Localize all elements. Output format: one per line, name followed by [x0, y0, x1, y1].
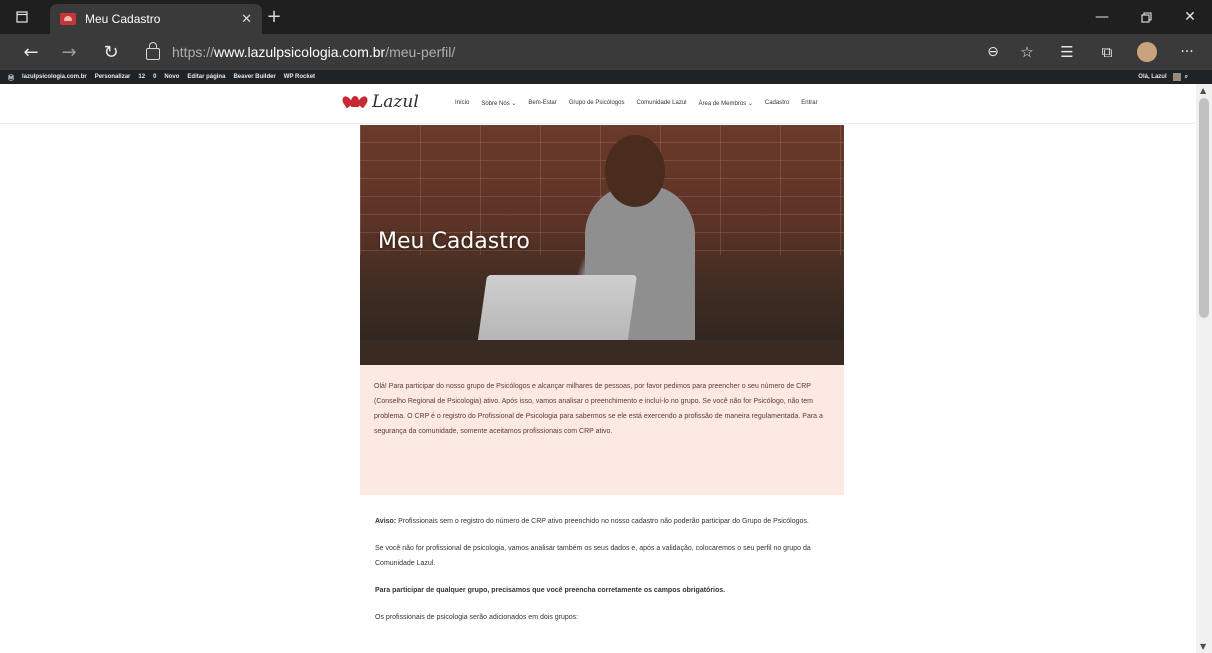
notice-label: Aviso: — [375, 518, 397, 525]
notice-text: Profissionais sem o registro do número d… — [398, 518, 809, 525]
wp-admin-bar: Ⓦ lazulpsicologia.com.br Personalizar 12… — [0, 70, 1212, 84]
required-paragraph: Para participar de qualquer grupo, preci… — [375, 587, 726, 594]
wp-avatar[interactable] — [1172, 73, 1181, 81]
wp-search-icon[interactable]: ⌕ — [1185, 74, 1188, 81]
back-icon[interactable]: ← — [16, 34, 46, 70]
notice-paragraph: Aviso: Profissionais sem o registro do n… — [375, 514, 830, 529]
wp-greeting[interactable]: Olá, Lazul — [1138, 74, 1166, 80]
site-logo[interactable]: Lazul — [340, 92, 419, 112]
scroll-down-icon[interactable]: ▼ — [1200, 642, 1206, 651]
page-scrollbar[interactable]: ▲ ▼ — [1196, 84, 1212, 653]
tab-title: Meu Cadastro — [85, 12, 161, 26]
intro-box: Olá! Para participar do nosso grupo de P… — [360, 365, 844, 495]
site-favicon-icon — [60, 13, 76, 25]
menu-item-sobre[interactable]: Sobre Nós ⌄ — [481, 100, 516, 107]
menu-item-entrar[interactable]: Entrar — [801, 100, 817, 107]
profile-avatar[interactable] — [1132, 34, 1162, 70]
menu-item-bem-estar[interactable]: Bem-Estar — [528, 100, 556, 107]
wp-beaver-builder-link[interactable]: Beaver Builder — [233, 74, 275, 80]
browser-tab[interactable]: Meu Cadastro ✕ — [50, 4, 262, 34]
lotus-logo-icon — [340, 94, 370, 109]
screen: Meu Cadastro ✕ + — ✕ ← → ↻ https://www.l… — [0, 0, 1212, 653]
groups-paragraph: Os profissionais de psicologia serão adi… — [375, 614, 579, 621]
menu-item-cadastro[interactable]: Cadastro — [765, 100, 789, 107]
refresh-icon[interactable]: ↻ — [96, 34, 126, 70]
wp-new-link[interactable]: Novo — [164, 74, 179, 80]
page-title: Meu Cadastro — [378, 229, 530, 254]
wp-edit-page-link[interactable]: Editar página — [187, 74, 225, 80]
zoom-icon[interactable]: ⊖ — [978, 34, 1008, 70]
page-viewport: Lazul Início Sobre Nós ⌄ Bem-Estar Grupo… — [0, 84, 1196, 653]
favorite-icon[interactable]: ☆ — [1012, 34, 1042, 70]
url-text: https://www.lazulpsicologia.com.br/meu-p… — [172, 44, 456, 60]
browser-tab-bar: Meu Cadastro ✕ + — ✕ — [0, 0, 1212, 34]
menu-item-comunidade[interactable]: Comunidade Lazul — [636, 100, 686, 107]
wp-rocket-link[interactable]: WP Rocket — [284, 74, 315, 80]
intro-text: Olá! Para participar do nosso grupo de P… — [374, 383, 823, 435]
close-window-icon[interactable]: ✕ — [1168, 0, 1212, 34]
wp-site-link[interactable]: lazulpsicologia.com.br — [22, 74, 87, 80]
close-tab-icon[interactable]: ✕ — [241, 12, 252, 27]
scrollbar-thumb[interactable] — [1199, 98, 1209, 318]
restore-icon[interactable] — [1124, 0, 1168, 34]
minimize-icon[interactable]: — — [1080, 0, 1124, 34]
browser-toolbar: ← → ↻ https://www.lazulpsicologia.com.br… — [0, 34, 1212, 70]
non-psych-paragraph: Se você não for profissional de psicolog… — [375, 545, 811, 567]
forward-icon[interactable]: → — [54, 34, 84, 70]
site-header: Lazul Início Sobre Nós ⌄ Bem-Estar Grupo… — [0, 84, 1196, 124]
favorites-list-icon[interactable]: ☰ — [1052, 34, 1082, 70]
menu-item-inicio[interactable]: Início — [455, 100, 469, 107]
main-menu: Início Sobre Nós ⌄ Bem-Estar Grupo de Ps… — [455, 100, 818, 107]
scroll-up-icon[interactable]: ▲ — [1200, 86, 1206, 95]
hero-image: Meu Cadastro — [360, 125, 844, 365]
tab-actions-icon[interactable] — [0, 0, 44, 34]
menu-item-membros[interactable]: Área de Membros ⌄ — [699, 100, 753, 107]
wp-customize-link[interactable]: Personalizar — [95, 74, 131, 80]
lock-icon[interactable] — [146, 42, 160, 60]
menu-item-grupo[interactable]: Grupo de Psicólogos — [569, 100, 625, 107]
logo-text: Lazul — [372, 92, 419, 112]
collections-icon[interactable]: ⧉ — [1092, 34, 1122, 70]
more-icon[interactable]: ··· — [1172, 34, 1202, 70]
wp-comments-count[interactable]: 0 — [153, 74, 156, 80]
wordpress-icon[interactable]: Ⓦ — [8, 73, 14, 82]
page-content: Aviso: Profissionais sem o registro do n… — [375, 514, 830, 637]
wp-updates-count[interactable]: 12 — [138, 74, 145, 80]
new-tab-icon[interactable]: + — [264, 7, 284, 27]
